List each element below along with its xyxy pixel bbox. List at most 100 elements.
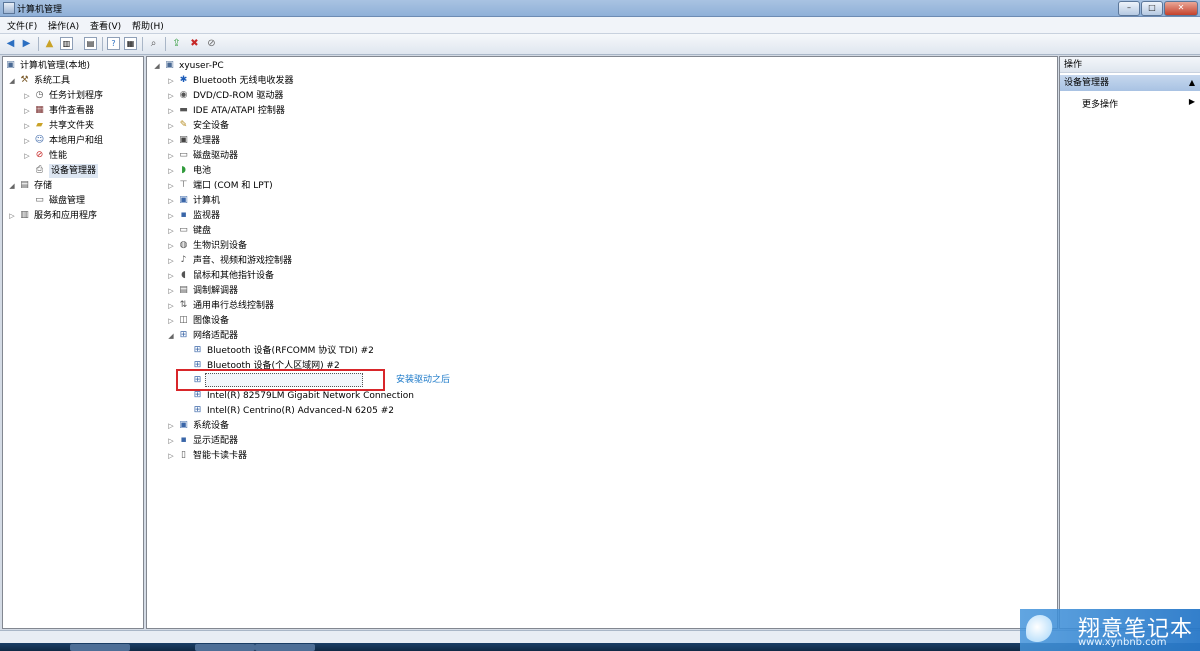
back-arrow-icon[interactable]: ◀: [4, 37, 17, 50]
collapse-icon[interactable]: ◢: [153, 59, 161, 73]
tree-item-event-viewer[interactable]: ▷ ▦ 事件查看器: [5, 104, 141, 118]
tree-item-label: 存储: [34, 181, 53, 191]
device-category-item[interactable]: ▷ ▬ IDE ATA/ATAPI 控制器: [167, 104, 467, 118]
menu-view[interactable]: 查看(V): [90, 19, 121, 32]
network-adapter-item[interactable]: ⊞ Intel(R) Centrino(R) Advanced-N 6205 #2: [181, 404, 501, 418]
expand-icon[interactable]: ▷: [167, 164, 175, 178]
device-category-item[interactable]: ▷ ▣ 处理器: [167, 134, 467, 148]
expand-icon[interactable]: ▷: [23, 119, 31, 133]
device-category-item[interactable]: ▷ ✎ 安全设备: [167, 119, 467, 133]
expand-icon[interactable]: ▷: [167, 434, 175, 448]
uninstall-device-icon[interactable]: ⊘: [205, 37, 218, 50]
expand-icon[interactable]: ▷: [8, 209, 16, 223]
menu-action[interactable]: 操作(A): [48, 19, 79, 32]
tree-item-root[interactable]: ▣ 计算机管理(本地): [5, 59, 141, 73]
expand-icon[interactable]: ▷: [167, 254, 175, 268]
tree-item-local-users[interactable]: ▷ ☺ 本地用户和组: [5, 134, 141, 148]
expand-icon[interactable]: ▷: [167, 419, 175, 433]
properties-icon[interactable]: ▤: [84, 37, 97, 50]
collapse-icon[interactable]: ◢: [8, 179, 16, 193]
device-category-item[interactable]: ▷ ▣ 计算机: [167, 194, 467, 208]
device-tree-pane: ◢ ▣ xyuser-PC ▷ ✱ Bluetooth 无线电收发器 ▷ ◉ DVD/CD…: [146, 56, 1058, 629]
tree-item-performance[interactable]: ▷ ⊘ 性能: [5, 149, 141, 163]
network-adapter-item[interactable]: ⊞ Intel(R) 82579LM Gigabit Network Connec…: [181, 389, 501, 403]
tree-item-device-manager[interactable]: ⎙ 设备管理器: [5, 164, 141, 178]
device-category-item[interactable]: ▷ ▣ 系统设备: [167, 419, 467, 433]
device-category-item[interactable]: ▷ ◉ DVD/CD-ROM 驱动器: [167, 89, 467, 103]
device-category-item[interactable]: ▷ ⇅ 通用串行总线控制器: [167, 299, 467, 313]
expand-icon[interactable]: ▷: [23, 89, 31, 103]
event-log-icon: ▦: [35, 105, 44, 115]
expand-icon[interactable]: ▷: [167, 449, 175, 463]
update-driver-icon[interactable]: ⇪: [170, 37, 183, 50]
device-category-item[interactable]: ▷ ♪ 声音、视频和游戏控制器: [167, 254, 467, 268]
expand-icon[interactable]: ▷: [167, 119, 175, 133]
device-category-item[interactable]: ▷ ▯ 智能卡读卡器: [167, 449, 467, 463]
device-category-item[interactable]: ▷ ✱ Bluetooth 无线电收发器: [167, 74, 467, 88]
tree-item-label: Intel(R) Centrino(R) Advanced-N 6205 #2: [207, 406, 394, 416]
scan-hardware-icon[interactable]: ⌕: [147, 37, 160, 50]
collapse-icon[interactable]: ◢: [167, 329, 175, 343]
up-folder-icon[interactable]: ▲: [43, 37, 56, 50]
device-category-item[interactable]: ▷ ◫ 图像设备: [167, 314, 467, 328]
expand-icon[interactable]: ▷: [167, 194, 175, 208]
device-category-item[interactable]: ▷ ◗ 电池: [167, 164, 467, 178]
taskbar-button[interactable]: [70, 644, 130, 651]
expand-icon[interactable]: ▷: [167, 299, 175, 313]
collapse-icon[interactable]: ◢: [8, 74, 16, 88]
help-icon[interactable]: ?: [107, 37, 120, 50]
tree-item-system-tools[interactable]: ◢ ⚒ 系统工具: [5, 74, 141, 88]
device-category-item[interactable]: ▷ ▪ 监视器: [167, 209, 467, 223]
forward-arrow-icon[interactable]: ▶: [20, 37, 33, 50]
expand-icon[interactable]: ▷: [167, 89, 175, 103]
view-pane-icon[interactable]: ▦: [124, 37, 137, 50]
device-manager-icon: ⎙: [35, 165, 44, 175]
expand-icon[interactable]: ▷: [167, 314, 175, 328]
expand-icon[interactable]: ▷: [23, 149, 31, 163]
tree-item-disk-management[interactable]: ▭ 磁盘管理: [5, 194, 141, 208]
expand-icon[interactable]: ▷: [167, 284, 175, 298]
device-category-item[interactable]: ▷ ▭ 键盘: [167, 224, 467, 238]
device-category-item[interactable]: ▷ ▭ 磁盘驱动器: [167, 149, 467, 163]
performance-icon: ⊘: [35, 150, 44, 160]
collapse-up-icon[interactable]: ▲: [1189, 75, 1195, 91]
tree-item-storage[interactable]: ◢ ▤ 存储: [5, 179, 141, 193]
expand-icon[interactable]: ▷: [167, 209, 175, 223]
expand-icon[interactable]: ▷: [167, 74, 175, 88]
device-category-item[interactable]: ▷ ▪ 显示适配器: [167, 434, 467, 448]
device-category-item[interactable]: ▷ ⊤ 端口 (COM 和 LPT): [167, 179, 467, 193]
tree-item-services[interactable]: ▷ ▥ 服务和应用程序: [5, 209, 141, 223]
device-category-item[interactable]: ▷ ▤ 调制解调器: [167, 284, 467, 298]
tree-item-shared-folders[interactable]: ▷ ▰ 共享文件夹: [5, 119, 141, 133]
menu-file[interactable]: 文件(F): [7, 19, 37, 32]
expand-icon[interactable]: ▷: [23, 104, 31, 118]
close-button[interactable]: ✕: [1164, 1, 1198, 16]
taskbar-button[interactable]: [195, 644, 255, 651]
expand-icon[interactable]: ▷: [167, 239, 175, 253]
device-category-item[interactable]: ▷ ◍ 生物识别设备: [167, 239, 467, 253]
toolbar-separator: [102, 37, 103, 51]
network-adapter-item[interactable]: ⊞ Bluetooth 设备(RFCOMM 协议 TDI) #2: [181, 344, 501, 358]
menu-help[interactable]: 帮助(H): [132, 19, 164, 32]
tree-item-network-adapters[interactable]: ◢ ⊞ 网络适配器: [167, 329, 467, 343]
minimize-button[interactable]: –: [1118, 1, 1140, 16]
expand-icon[interactable]: ▷: [167, 104, 175, 118]
more-actions-link[interactable]: 更多操作: [1082, 97, 1118, 110]
expand-icon[interactable]: ▷: [167, 134, 175, 148]
taskbar-button[interactable]: [255, 644, 315, 651]
tree-item-task-scheduler[interactable]: ▷ ◷ 任务计划程序: [5, 89, 141, 103]
expand-icon[interactable]: ▷: [167, 269, 175, 283]
device-tree-root[interactable]: ◢ ▣ xyuser-PC: [153, 59, 453, 73]
users-icon: ☺: [34, 135, 45, 145]
device-category-item[interactable]: ▷ ◖ 鼠标和其他指针设备: [167, 269, 467, 283]
expand-icon[interactable]: ▷: [167, 224, 175, 238]
watermark: 翔意笔记本 www.xynbnb.com: [1020, 609, 1200, 651]
expand-icon[interactable]: ▷: [167, 149, 175, 163]
expand-icon[interactable]: ▷: [167, 179, 175, 193]
actions-section-device-manager[interactable]: 设备管理器 ▲: [1060, 75, 1200, 91]
maximize-button[interactable]: □: [1141, 1, 1163, 16]
actions-pane: 操作 设备管理器 ▲ 更多操作 ▶: [1059, 56, 1200, 629]
expand-icon[interactable]: ▷: [23, 134, 31, 148]
disable-device-icon[interactable]: ✖: [188, 37, 201, 50]
console-tree-icon[interactable]: ▥: [60, 37, 73, 50]
